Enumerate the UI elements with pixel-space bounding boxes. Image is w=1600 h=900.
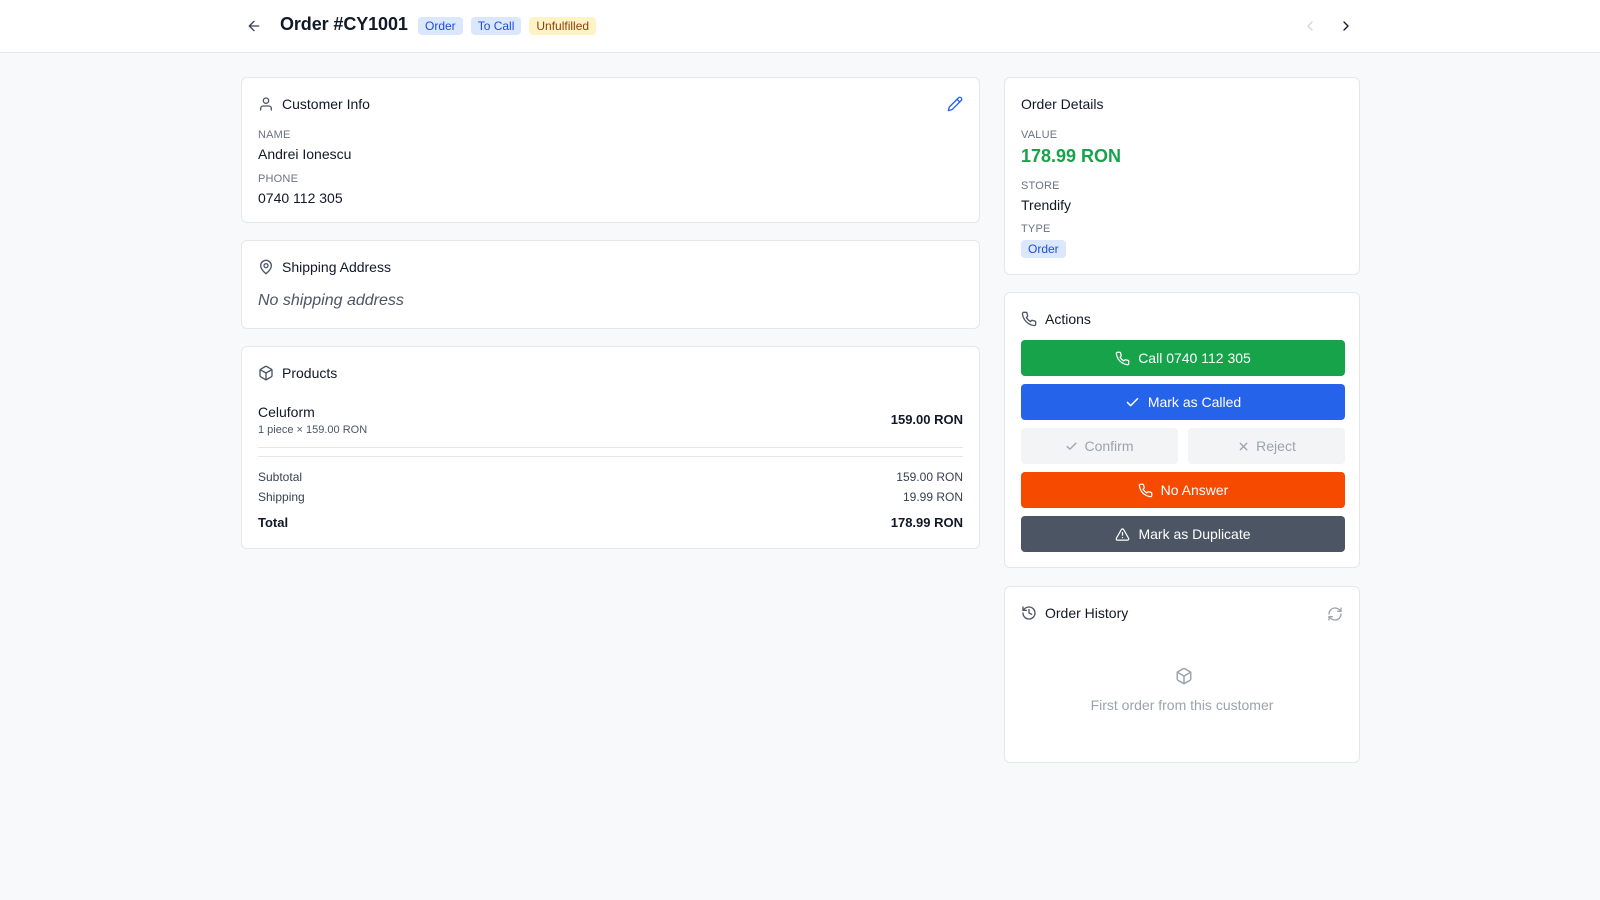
- order-details-card: Order Details VALUE 178.99 RON STORE Tre…: [1004, 77, 1360, 275]
- check-icon: [1066, 442, 1077, 450]
- name-label: NAME: [258, 129, 291, 141]
- customer-phone: 0740 112 305: [258, 190, 343, 206]
- back-button[interactable]: [244, 16, 264, 36]
- confirm-label: Confirm: [1084, 438, 1134, 454]
- check-icon: [1126, 397, 1139, 406]
- status-badges: Order To Call Unfulfilled: [418, 17, 597, 35]
- order-history-empty-text: First order from this customer: [1090, 697, 1274, 713]
- store-label: STORE: [1021, 180, 1060, 192]
- call-customer-button[interactable]: Call 0740 112 305: [1021, 340, 1345, 376]
- subtotal-row: Subtotal 159.00 RON: [258, 470, 963, 484]
- arrow-left-icon: [248, 20, 260, 32]
- shipping-address-card: Shipping Address No shipping address: [241, 240, 980, 329]
- package-icon: [1176, 667, 1192, 685]
- subtotal-label: Subtotal: [258, 470, 303, 484]
- shipping-address-header: Shipping Address: [258, 259, 391, 275]
- user-icon: [260, 97, 272, 111]
- store-name: Trendify: [1021, 197, 1072, 213]
- previous-order-button[interactable]: [1300, 16, 1320, 36]
- total-row: Total 178.99 RON: [258, 515, 963, 530]
- phone-icon: [1115, 351, 1130, 365]
- type-badge: Order: [418, 17, 463, 35]
- products-title: Products: [282, 365, 338, 381]
- refresh-icon: [1328, 607, 1342, 621]
- map-pin-icon: [260, 259, 272, 275]
- status-badge: To Call: [470, 17, 522, 35]
- product-price: 159.00 RON: [890, 412, 963, 427]
- order-history-title: Order History: [1045, 605, 1129, 621]
- actions-header: Actions: [1021, 311, 1091, 327]
- product-quantity-detail: 1 piece × 159.00 RON: [258, 424, 368, 436]
- pencil-icon: [947, 96, 963, 112]
- chevron-right-icon: [1343, 21, 1349, 31]
- shipping-value: 19.99 RON: [902, 490, 963, 504]
- page-title: Order #CY1001: [280, 14, 408, 34]
- chevron-left-icon: [1307, 21, 1313, 31]
- phone-icon: [1021, 311, 1037, 327]
- confirm-button[interactable]: Confirm: [1021, 428, 1178, 464]
- actions-card: Actions Call 0740 112 305 Mark as Called…: [1004, 292, 1360, 568]
- mark-as-called-button[interactable]: Mark as Called: [1021, 384, 1345, 420]
- shipping-label: Shipping: [258, 490, 305, 504]
- fulfillment-badge: Unfulfilled: [529, 17, 597, 35]
- products-header: Products: [258, 365, 337, 381]
- customer-info-title: Customer Info: [282, 96, 370, 112]
- subtotal-value: 159.00 RON: [896, 470, 963, 484]
- next-order-button[interactable]: [1336, 16, 1356, 36]
- mark-as-duplicate-button[interactable]: Mark as Duplicate: [1021, 516, 1345, 552]
- summary-divider: [258, 456, 963, 457]
- customer-info-card: Customer Info NAME Andrei Ionescu PHONE …: [241, 77, 980, 223]
- order-history-header: Order History: [1021, 605, 1128, 621]
- phone-icon: [1138, 483, 1153, 497]
- shipping-row: Shipping 19.99 RON: [258, 490, 963, 504]
- total-value: 178.99 RON: [890, 515, 963, 530]
- order-details-header: Order Details: [1021, 96, 1103, 112]
- mark-as-called-label: Mark as Called: [1147, 394, 1242, 410]
- order-history-card: Order History First order from this cust…: [1004, 586, 1360, 763]
- no-shipping-address-text: No shipping address: [258, 292, 404, 309]
- package-icon: [259, 365, 273, 381]
- history-icon: [1022, 606, 1036, 620]
- type-label: TYPE: [1021, 223, 1051, 235]
- mark-as-duplicate-label: Mark as Duplicate: [1138, 526, 1251, 542]
- phone-label: PHONE: [258, 173, 299, 185]
- product-divider: [258, 447, 963, 448]
- reject-label: Reject: [1256, 438, 1296, 454]
- product-name: Celuform: [258, 404, 315, 420]
- customer-info-header: Customer Info: [258, 96, 370, 112]
- order-details-title: Order Details: [1021, 96, 1104, 112]
- x-icon: [1239, 442, 1248, 450]
- products-card: Products Celuform 1 piece × 159.00 RON 1…: [241, 346, 980, 549]
- alert-triangle-icon: [1116, 527, 1130, 541]
- customer-name: Andrei Ionescu: [258, 146, 352, 162]
- top-bar: Order #CY1001 Order To Call Unfulfilled: [0, 0, 1600, 53]
- no-answer-button[interactable]: No Answer: [1021, 472, 1345, 508]
- edit-customer-button[interactable]: [947, 96, 963, 112]
- total-label: Total: [258, 515, 289, 530]
- call-button-label: Call 0740 112 305: [1138, 350, 1251, 366]
- actions-title: Actions: [1045, 311, 1091, 327]
- shipping-address-title: Shipping Address: [282, 259, 391, 275]
- value-label: VALUE: [1021, 129, 1058, 141]
- no-answer-label: No Answer: [1160, 482, 1229, 498]
- reject-button[interactable]: Reject: [1188, 428, 1345, 464]
- order-type-badge: Order: [1021, 240, 1066, 258]
- order-value: 178.99 RON: [1021, 146, 1122, 166]
- refresh-history-button[interactable]: [1327, 606, 1343, 622]
